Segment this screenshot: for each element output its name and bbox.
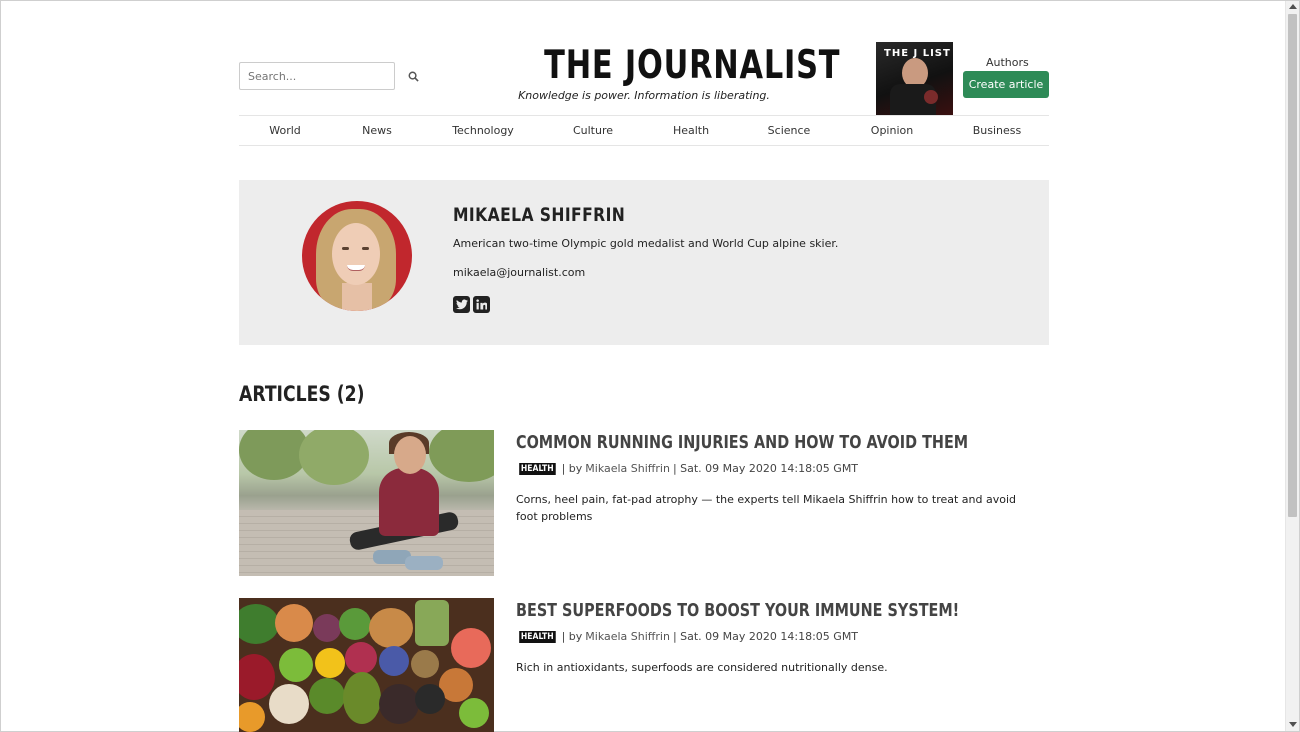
- author-name: MIKAELA SHIFFRIN: [453, 204, 626, 226]
- nav-item-health[interactable]: Health: [673, 124, 709, 137]
- author-bio: American two-time Olympic gold medalist …: [453, 237, 839, 250]
- site-logo[interactable]: THE JOURNALIST Knowledge is power. Infor…: [516, 43, 841, 103]
- nav-item-technology[interactable]: Technology: [452, 124, 514, 137]
- authors-link[interactable]: Authors: [986, 56, 1029, 69]
- category-badge[interactable]: HEALTH: [519, 462, 556, 475]
- by-label: | by: [561, 630, 583, 643]
- article-date: | Sat. 09 May 2020 14:18:05 GMT: [672, 630, 859, 643]
- vertical-scrollbar[interactable]: [1285, 1, 1299, 731]
- search-icon[interactable]: [405, 68, 421, 84]
- article-thumbnail[interactable]: [239, 430, 494, 576]
- scroll-up-arrow-icon[interactable]: [1289, 4, 1297, 9]
- nav-item-opinion[interactable]: Opinion: [871, 124, 913, 137]
- logo-tagline: Knowledge is power. Information is liber…: [518, 89, 770, 102]
- by-label: | by: [561, 462, 583, 475]
- article-title[interactable]: COMMON RUNNING INJURIES AND HOW TO AVOID…: [516, 432, 968, 453]
- linkedin-icon[interactable]: [473, 296, 490, 313]
- logo-title: THE JOURNALIST: [544, 43, 841, 88]
- article-meta: HEALTH | by Mikaela Shiffrin | Sat. 09 M…: [516, 630, 858, 643]
- article-summary: Corns, heel pain, fat-pad atrophy — the …: [516, 493, 1017, 523]
- nav-item-business[interactable]: Business: [973, 124, 1022, 137]
- article-date: | Sat. 09 May 2020 14:18:05 GMT: [672, 462, 859, 475]
- twitter-icon[interactable]: [453, 296, 470, 313]
- article-author-link[interactable]: Mikaela Shiffrin: [585, 462, 670, 475]
- nav-item-news[interactable]: News: [362, 124, 392, 137]
- scrollbar-thumb[interactable]: [1288, 14, 1297, 517]
- article-author-link[interactable]: Mikaela Shiffrin: [585, 630, 670, 643]
- avatar: [302, 201, 412, 311]
- search-box: [239, 62, 395, 90]
- article-meta: HEALTH | by Mikaela Shiffrin | Sat. 09 M…: [516, 462, 858, 475]
- author-email[interactable]: mikaela@journalist.com: [453, 266, 585, 279]
- create-article-button[interactable]: Create article: [963, 71, 1049, 98]
- article-title[interactable]: BEST SUPERFOODS TO BOOST YOUR IMMUNE SYS…: [516, 600, 959, 621]
- social-links: [453, 296, 490, 313]
- nav-item-culture[interactable]: Culture: [573, 124, 613, 137]
- article-thumbnail[interactable]: [239, 598, 494, 732]
- magazine-cover-image[interactable]: THE J LIST: [876, 42, 953, 115]
- articles-heading: ARTICLES (2): [239, 382, 365, 406]
- category-nav: World News Technology Culture Health Sci…: [239, 115, 1049, 146]
- author-profile-card: MIKAELA SHIFFRIN American two-time Olymp…: [239, 180, 1049, 345]
- search-input[interactable]: [240, 63, 394, 89]
- nav-item-world[interactable]: World: [269, 124, 301, 137]
- scroll-down-arrow-icon[interactable]: [1289, 722, 1297, 727]
- nav-item-science[interactable]: Science: [768, 124, 811, 137]
- article-summary: Rich in antioxidants, superfoods are con…: [516, 661, 888, 674]
- category-badge[interactable]: HEALTH: [519, 630, 556, 643]
